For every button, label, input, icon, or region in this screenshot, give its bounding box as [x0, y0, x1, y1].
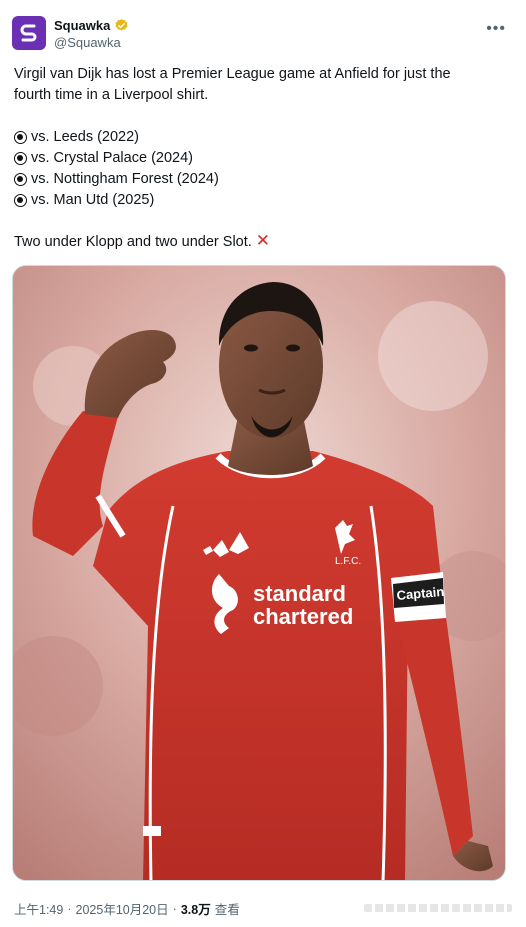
list-item: vs. Leeds (2022)	[14, 127, 504, 148]
avatar[interactable]	[12, 16, 46, 50]
tweet-line: fourth time in a Liverpool shirt.	[14, 87, 209, 103]
tweet-header: Squawka @Squawka •••	[12, 16, 514, 56]
list-item: vs. Nottingham Forest (2024)	[14, 169, 504, 190]
sponsor-text-line2: chartered	[253, 604, 353, 629]
list-item: vs. Crystal Palace (2024)	[14, 148, 504, 169]
tweet-card: Squawka @Squawka ••• Virgil van Dijk has…	[0, 0, 526, 927]
player-illustration: standard chartered L.F.C. Captain	[13, 266, 505, 880]
cross-mark-icon: ✕	[255, 231, 271, 250]
tweet-text: Virgil van Dijk has lost a Premier Leagu…	[14, 64, 504, 253]
more-options-icon[interactable]: •••	[486, 20, 506, 38]
player-photo[interactable]: standard chartered L.F.C. Captain	[12, 265, 506, 881]
closing-line: Two under Klopp and two under Slot. ✕	[14, 231, 271, 250]
squawka-logo-icon	[20, 24, 37, 42]
list-item: vs. Man Utd (2025)	[14, 190, 504, 211]
verified-badge-icon	[115, 18, 128, 31]
radio-bullet-icon	[14, 194, 27, 207]
display-name[interactable]: Squawka	[54, 18, 110, 33]
tweet-metadata: 上午1:49 · 2025年10月20日 · 3.8万 查看	[14, 899, 240, 918]
tweet-date[interactable]: 2025年10月20日	[76, 899, 169, 918]
sponsor-text-line1: standard	[253, 581, 346, 606]
footer-placeholder-bar	[364, 904, 512, 912]
radio-bullet-icon	[14, 173, 27, 186]
radio-bullet-icon	[14, 131, 27, 144]
author-names: Squawka @Squawka	[54, 18, 129, 50]
view-count: 3.8万	[180, 903, 211, 917]
tweet-line: Virgil van Dijk has lost a Premier Leagu…	[14, 66, 451, 82]
crest-text: L.F.C.	[335, 556, 361, 567]
handle[interactable]: @Squawka	[54, 35, 129, 50]
view-label: 查看	[214, 903, 240, 917]
radio-bullet-icon	[14, 152, 27, 165]
tweet-time[interactable]: 上午1:49	[14, 899, 63, 918]
